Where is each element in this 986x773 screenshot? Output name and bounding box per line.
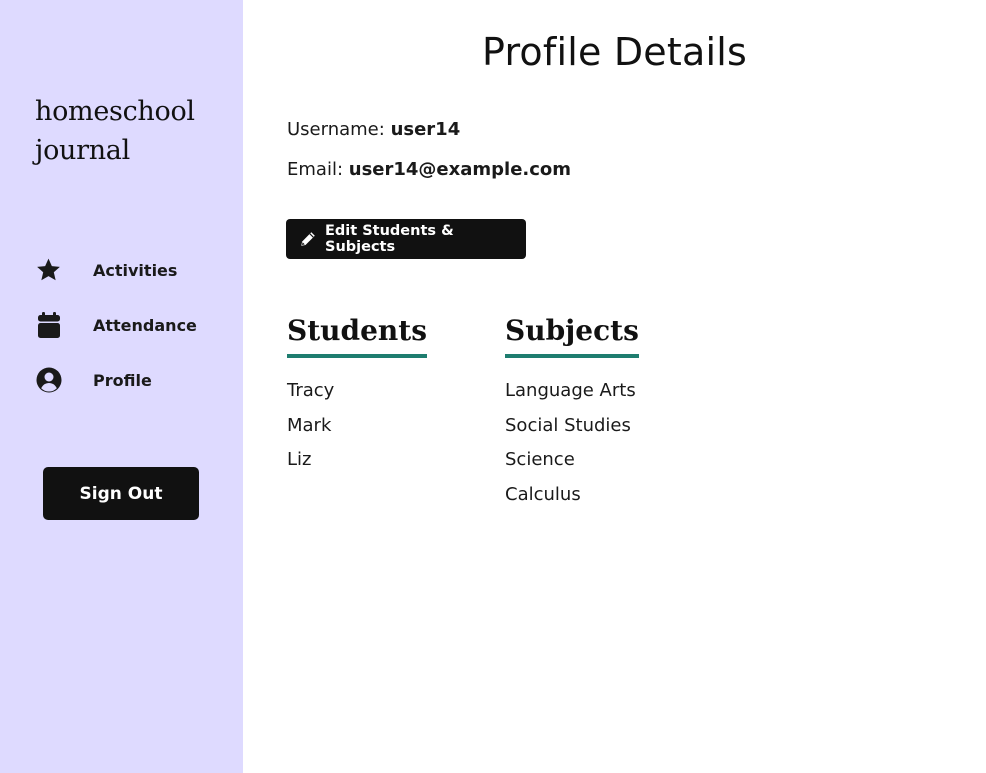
- username-row: Username: user14: [287, 119, 460, 140]
- subjects-heading: Subjects: [505, 312, 639, 358]
- brand-line-1: homeschool: [35, 96, 195, 127]
- pencil-icon: [300, 231, 316, 247]
- student-item: Mark: [287, 414, 332, 436]
- sign-out-button[interactable]: Sign Out: [43, 467, 199, 520]
- subject-item: Calculus: [505, 483, 581, 505]
- sidebar-item-activities[interactable]: Activities: [35, 255, 177, 285]
- sidebar-item-attendance[interactable]: Attendance: [35, 310, 197, 340]
- student-item: Liz: [287, 449, 312, 470]
- subject-item: Science: [505, 449, 575, 470]
- students-heading: Students: [287, 312, 427, 358]
- sidebar-item-label: Activities: [93, 260, 178, 280]
- sidebar-item-label: Attendance: [93, 315, 197, 335]
- student-item: Tracy: [287, 380, 335, 401]
- email-label: Email:: [287, 159, 344, 180]
- sidebar: homeschool journal Activities Attendance: [0, 0, 243, 773]
- sidebar-item-label: Profile: [93, 370, 152, 390]
- username-value: user14: [390, 119, 461, 140]
- username-label: Username:: [287, 119, 385, 140]
- edit-button-label: Edit Students & Subjects: [325, 223, 454, 255]
- email-row: Email: user14@example.com: [287, 159, 571, 180]
- star-icon: [35, 257, 62, 284]
- brand-line-2: journal: [35, 135, 130, 166]
- subject-item: Social Studies: [505, 414, 631, 436]
- page-title: Profile Details: [482, 30, 747, 74]
- brand-logo[interactable]: homeschool journal: [35, 92, 225, 170]
- students-list: Tracy Mark Liz: [287, 377, 334, 481]
- sidebar-item-profile[interactable]: Profile: [35, 365, 152, 395]
- email-value: user14@example.com: [348, 159, 572, 180]
- subject-item: Language Arts: [505, 380, 636, 401]
- subjects-list: Language Arts Social Studies Science Cal…: [505, 377, 636, 515]
- user-circle-icon: [35, 367, 62, 394]
- edit-students-subjects-button[interactable]: Edit Students & Subjects: [286, 219, 526, 259]
- calendar-icon: [35, 311, 62, 339]
